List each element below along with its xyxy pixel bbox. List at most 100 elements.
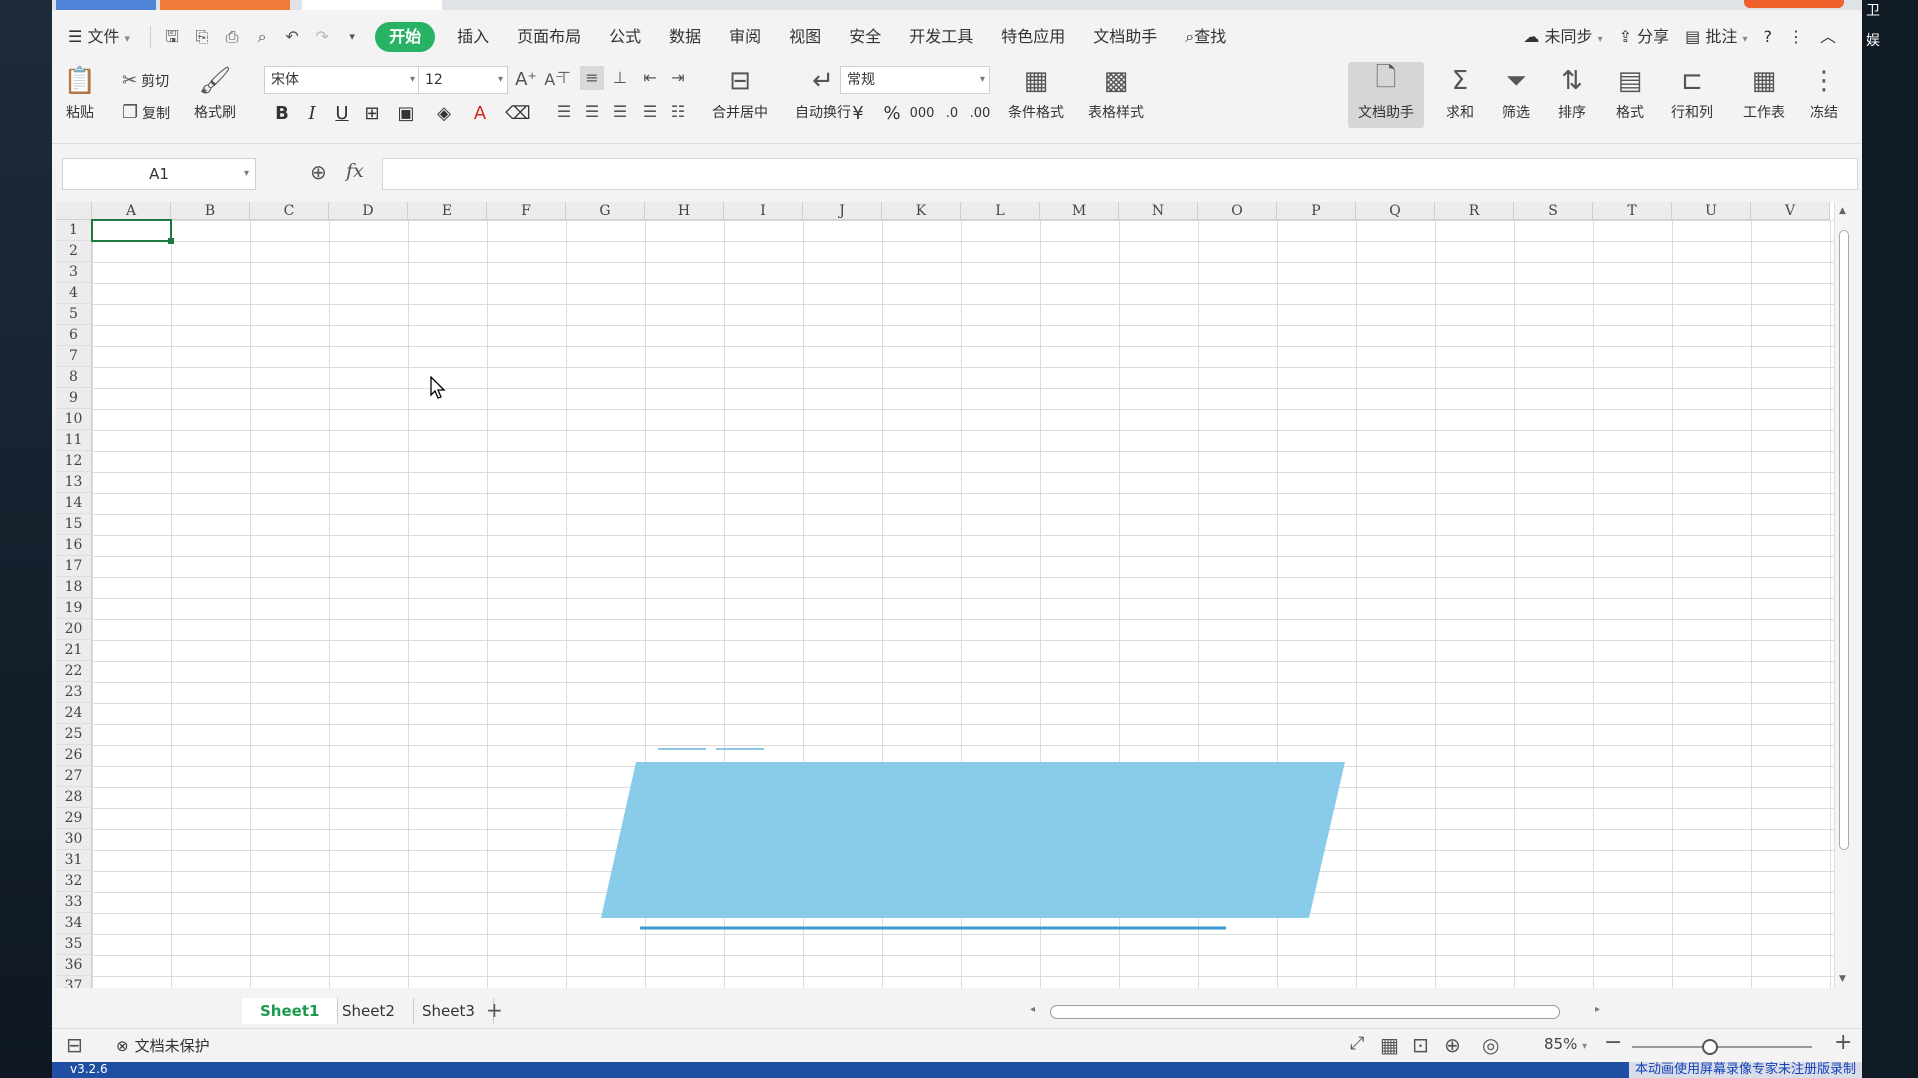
align-bottom-icon[interactable]: ⊥: [608, 66, 632, 90]
italic-icon[interactable]: I: [298, 100, 326, 128]
underline-icon[interactable]: U: [328, 100, 356, 128]
increase-decimal-icon[interactable]: .0: [938, 100, 966, 128]
fill-color-icon[interactable]: ◈: [430, 100, 458, 128]
formula-input[interactable]: [382, 158, 1858, 190]
fullscreen-icon[interactable]: ⤢: [1350, 1033, 1364, 1054]
tab-view[interactable]: 视图: [775, 22, 835, 52]
sum-button[interactable]: Σ 求和: [1438, 64, 1482, 122]
file-menu[interactable]: ☰ 文件 ▾: [52, 22, 144, 52]
borders-icon[interactable]: ⊞: [358, 100, 386, 128]
indent-decrease-icon[interactable]: ⇤: [638, 66, 662, 90]
sort-button[interactable]: ⇅ 排序: [1550, 64, 1594, 122]
percent-icon[interactable]: %: [878, 100, 906, 128]
tab-formulas[interactable]: 公式: [595, 22, 655, 52]
horizontal-scroll-thumb[interactable]: [1050, 1005, 1560, 1019]
redo-icon[interactable]: ↷: [307, 22, 337, 52]
tab-home-window[interactable]: [56, 0, 156, 10]
format-painter-button[interactable]: 🖌 格式刷: [190, 64, 240, 122]
bold-icon[interactable]: B: [268, 100, 296, 128]
help-button[interactable]: ?: [1755, 22, 1780, 52]
conditional-format-button[interactable]: ▦ 条件格式: [1000, 64, 1072, 122]
comment-button[interactable]: ▤ 批注 ▾: [1677, 22, 1755, 52]
sheet-tab-2[interactable]: Sheet2: [324, 998, 414, 1024]
tab-start[interactable]: 开始: [375, 22, 436, 52]
align-top-icon[interactable]: ⊤: [552, 66, 576, 90]
copy-button[interactable]: ❐ 复制: [122, 102, 170, 123]
zoom-slider-knob[interactable]: [1702, 1039, 1718, 1055]
vertical-scrollbar[interactable]: ▲ ▼: [1834, 202, 1852, 988]
align-center-icon[interactable]: ☰: [580, 100, 604, 124]
save-icon[interactable]: 🖫: [157, 22, 187, 52]
tab-special-apps[interactable]: 特色应用: [987, 22, 1079, 52]
number-format-select[interactable]: 常规 ▾: [840, 66, 990, 94]
vertical-scroll-thumb[interactable]: [1839, 230, 1849, 850]
doc-assistant-button[interactable]: 🗋 文档助手: [1352, 63, 1420, 122]
font-size-select[interactable]: 12 ▾: [418, 66, 508, 94]
reading-mode-icon[interactable]: ⊕: [1444, 1033, 1461, 1057]
print-preview-icon[interactable]: ⌕: [247, 22, 277, 52]
tab-login[interactable]: [1744, 0, 1844, 8]
add-sheet-button[interactable]: +: [486, 998, 503, 1022]
page-break-view-icon[interactable]: ⊡: [1412, 1033, 1429, 1057]
tab-doc-assistant[interactable]: 文档助手: [1079, 22, 1171, 52]
eye-protection-icon[interactable]: ◎: [1482, 1033, 1499, 1057]
cell-style-icon[interactable]: ▣: [392, 100, 420, 128]
normal-view-icon[interactable]: ▦: [1380, 1033, 1399, 1057]
zoom-in-icon[interactable]: +: [1834, 1030, 1852, 1055]
more-icon[interactable]: ⋮: [1780, 22, 1812, 52]
clear-format-icon[interactable]: ⌫: [504, 100, 532, 128]
currency-icon[interactable]: ¥: [844, 100, 872, 128]
rows-cols-button[interactable]: ⊏ 行和列: [1664, 64, 1720, 122]
document-protection-status[interactable]: ⊗ 文档未保护: [116, 1035, 210, 1056]
search-button[interactable]: ⌕查找: [1171, 22, 1240, 52]
distribute-icon[interactable]: ☷: [666, 100, 690, 124]
decrease-decimal-icon[interactable]: .00: [966, 100, 994, 128]
scroll-right-icon[interactable]: ▸: [1595, 1004, 1600, 1015]
macro-record-icon[interactable]: ⊟: [66, 1033, 83, 1057]
zoom-level[interactable]: 85% ▾: [1544, 1035, 1587, 1053]
parallelogram-shape[interactable]: [601, 762, 1345, 918]
cut-button[interactable]: ✂ 剪切: [122, 70, 169, 91]
collapse-ribbon-icon[interactable]: ︿: [1812, 22, 1844, 52]
format-button[interactable]: ▤ 格式: [1608, 64, 1652, 122]
tab-insert[interactable]: 插入: [443, 22, 503, 52]
align-left-icon[interactable]: ☰: [552, 100, 576, 124]
filter-button[interactable]: ⏷ 筛选: [1494, 64, 1538, 122]
merge-center-button[interactable]: ⊟ 合并居中: [702, 64, 778, 122]
export-icon[interactable]: ⎘: [187, 22, 217, 52]
share-button[interactable]: ⇪ 分享: [1611, 22, 1678, 52]
tab-workbook[interactable]: [302, 0, 442, 10]
worksheet-button[interactable]: ▦ 工作表: [1736, 64, 1792, 122]
sync-button[interactable]: ☁ 未同步 ▾: [1515, 22, 1610, 52]
print-icon[interactable]: ⎙: [217, 22, 247, 52]
tab-review[interactable]: 审阅: [715, 22, 775, 52]
zoom-slider-track[interactable]: [1632, 1046, 1812, 1048]
tab-developer[interactable]: 开发工具: [895, 22, 987, 52]
tab-docer[interactable]: [160, 0, 290, 10]
paste-button[interactable]: 📋 粘贴: [60, 64, 100, 122]
indent-increase-icon[interactable]: ⇥: [666, 66, 690, 90]
worksheet-grid[interactable]: ABCDEFGHIJKLMNOPQRSTUV 1 2 3 4 5 6 7 8 9 10 11 12 13…: [56, 202, 1852, 988]
tab-data[interactable]: 数据: [655, 22, 715, 52]
justify-icon[interactable]: ☰: [638, 100, 662, 124]
undo-icon[interactable]: ↶: [277, 22, 307, 52]
zoom-lookup-icon[interactable]: ⊕: [310, 160, 327, 184]
insert-function-button[interactable]: fx: [346, 160, 364, 182]
scroll-down-icon[interactable]: ▼: [1839, 974, 1846, 984]
font-color-icon[interactable]: A: [466, 100, 494, 128]
align-middle-icon[interactable]: ≡: [580, 66, 604, 90]
scroll-left-icon[interactable]: ◂: [1030, 1004, 1035, 1015]
zoom-out-icon[interactable]: −: [1604, 1030, 1622, 1055]
customize-icon[interactable]: ▾: [337, 22, 367, 52]
font-name-select[interactable]: 宋体 ▾: [264, 66, 420, 94]
freeze-button[interactable]: ⋮ 冻结: [1804, 64, 1844, 122]
align-right-icon[interactable]: ☰: [608, 100, 632, 124]
name-box[interactable]: A1 ▾: [62, 158, 256, 190]
increase-font-icon[interactable]: A⁺: [514, 68, 538, 92]
sheet-tab-3[interactable]: Sheet3: [404, 998, 494, 1024]
thousands-icon[interactable]: 000: [908, 100, 936, 128]
horizontal-scrollbar[interactable]: ◂ ▸: [1020, 1004, 1600, 1020]
table-style-button[interactable]: ▩ 表格样式: [1080, 64, 1152, 122]
tab-security[interactable]: 安全: [835, 22, 895, 52]
tab-page-layout[interactable]: 页面布局: [503, 22, 595, 52]
